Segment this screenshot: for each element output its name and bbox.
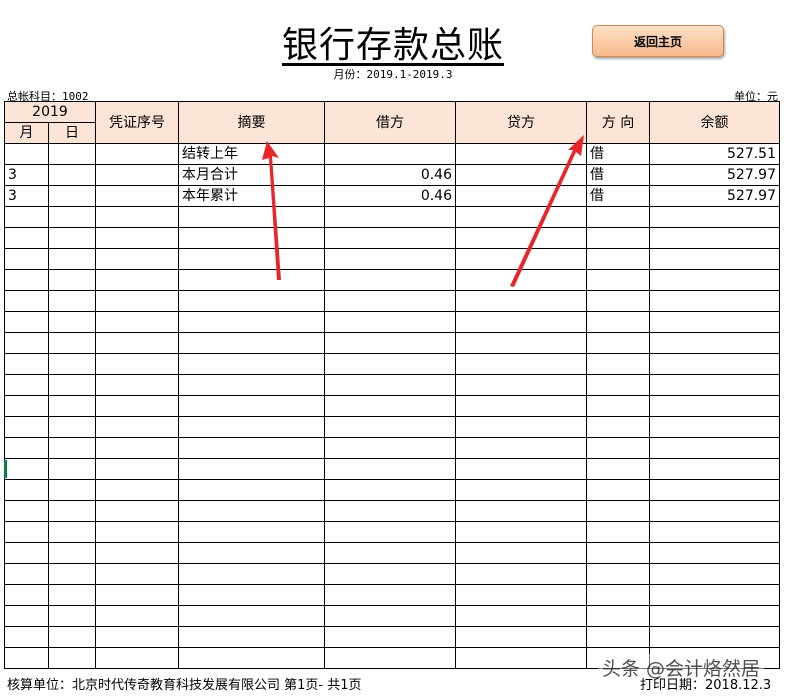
footer-org-pages: 核算单位：北京时代传奇教育科技发展有限公司 第1页- 共1页 [7, 678, 362, 693]
annotation-arrows [262, 135, 584, 287]
print-date: 打印日期：2018.12.3 [640, 678, 772, 693]
arrow-to-summary [262, 141, 281, 280]
arrow-to-credit [510, 135, 584, 287]
